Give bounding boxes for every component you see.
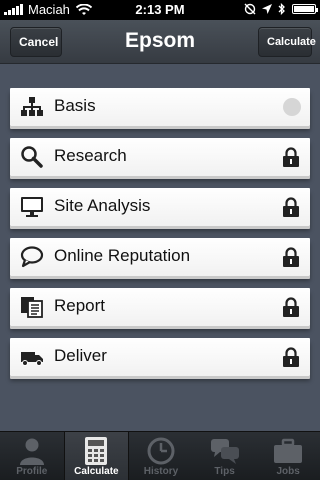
menu-item-label: Basis: [54, 96, 96, 115]
documents-icon: [21, 297, 43, 318]
bluetooth-icon: [278, 3, 285, 15]
tab-label: History: [143, 466, 179, 477]
truck-icon: [21, 352, 43, 366]
tab-profile[interactable]: Profile: [0, 432, 64, 480]
menu-item-basis[interactable]: Basis: [10, 88, 310, 126]
person-icon: [19, 438, 44, 465]
alarm-icon: [244, 3, 256, 15]
tab-calculate[interactable]: Calculate: [63, 432, 130, 480]
lock-icon: [283, 297, 299, 317]
tab-tips[interactable]: Tips: [193, 432, 257, 480]
speech-bubble-icon: [20, 246, 44, 268]
lock-icon: [283, 197, 299, 217]
nav-bar: Cancel Epsom Calculate: [0, 20, 320, 64]
menu-item-label: Report: [54, 296, 106, 315]
menu-item-label: Site Analysis: [54, 196, 151, 215]
menu-item-label: Deliver: [54, 346, 107, 365]
tab-label: Tips: [214, 466, 235, 477]
lock-icon: [283, 247, 299, 267]
chat-icon: [210, 439, 239, 464]
lock-icon: [283, 147, 299, 167]
tab-history[interactable]: History: [129, 432, 193, 480]
hierarchy-icon: [21, 97, 43, 116]
monitor-icon: [21, 197, 43, 217]
tab-bar: Profile Calculate History Tips Jobs: [0, 431, 320, 480]
battery-icon: [292, 4, 318, 14]
tab-label: Profile: [16, 466, 48, 477]
menu-item-research[interactable]: Research: [10, 138, 310, 176]
menu-item-label: Online Reputation: [54, 246, 191, 265]
calculate-button[interactable]: Calculate: [258, 27, 316, 57]
tab-label: Jobs: [276, 466, 300, 477]
status-right: [244, 3, 318, 15]
search-icon: [21, 146, 43, 168]
menu-item-report[interactable]: Report: [10, 288, 310, 326]
lock-icon: [283, 347, 299, 367]
status-dot: [283, 98, 301, 116]
calculator-icon: [85, 437, 108, 465]
clock-icon: [147, 437, 175, 465]
menu-list: Basis Research Site Analysis Online Repu…: [10, 88, 310, 388]
menu-item-site-analysis[interactable]: Site Analysis: [10, 188, 310, 226]
status-bar: Maciah 2:13 PM: [0, 0, 320, 20]
location-icon: [262, 4, 272, 14]
tab-jobs[interactable]: Jobs: [256, 432, 320, 480]
menu-item-label: Research: [54, 146, 127, 165]
menu-item-online-reputation[interactable]: Online Reputation: [10, 238, 310, 276]
tab-label: Calculate: [74, 466, 119, 477]
menu-item-deliver[interactable]: Deliver: [10, 338, 310, 376]
briefcase-icon: [274, 438, 303, 463]
